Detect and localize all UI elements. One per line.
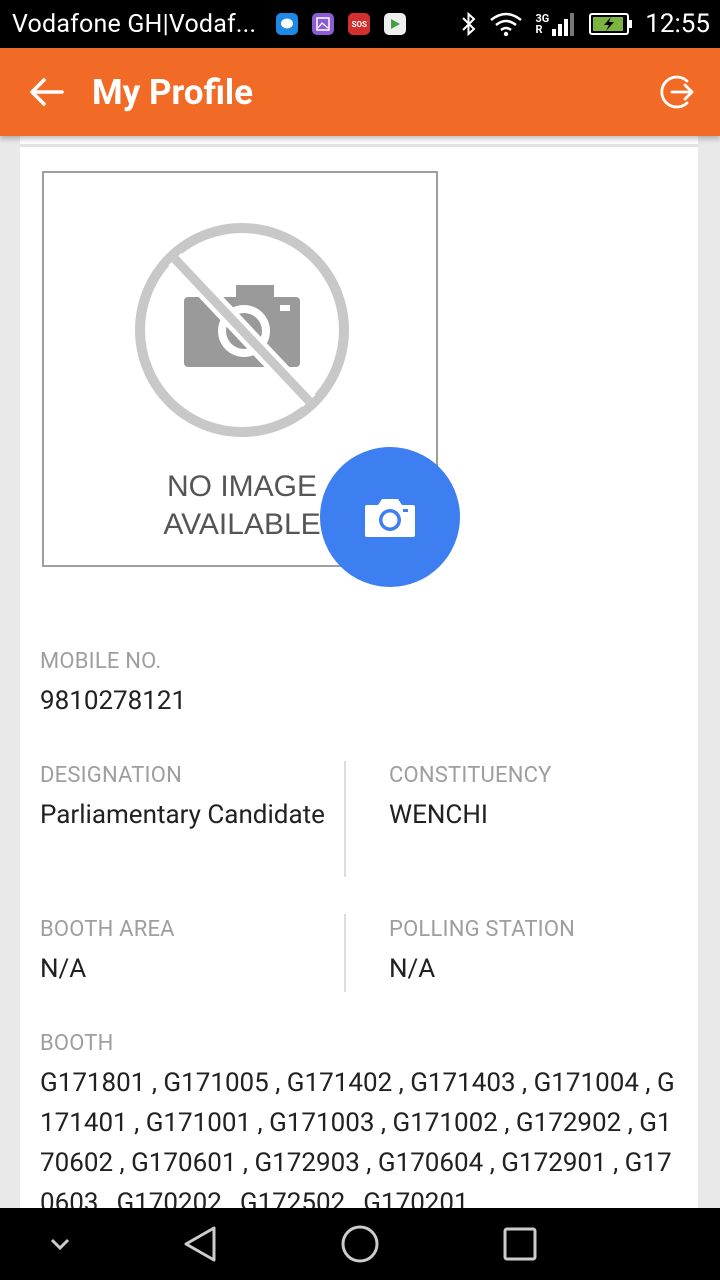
- logout-icon: [660, 75, 694, 109]
- bluetooth-icon: [461, 11, 477, 37]
- hide-keyboard-button[interactable]: [20, 1208, 100, 1280]
- app-bar: My Profile: [0, 48, 720, 136]
- back-triangle-icon: [184, 1226, 216, 1262]
- change-photo-button[interactable]: [320, 447, 460, 587]
- designation-value: Parliamentary Candidate: [40, 800, 325, 830]
- gallery-app-icon: [312, 13, 335, 35]
- placeholder-line2: AVAILABLE: [163, 508, 320, 541]
- mobile-label: MOBILE NO.: [40, 649, 162, 674]
- chevron-down-icon: [50, 1238, 70, 1251]
- constituency-value: WENCHI: [389, 800, 488, 830]
- polling-station-value: N/A: [389, 954, 436, 984]
- carrier-name: Vodafone GH|Vodaf...: [12, 9, 257, 39]
- arrow-left-icon: [30, 78, 64, 106]
- camera-icon: [365, 499, 415, 537]
- booth-area-label: BOOTH AREA: [40, 917, 175, 942]
- back-nav-button[interactable]: [160, 1208, 240, 1280]
- signal-icon: [551, 11, 577, 37]
- play-store-icon: [384, 13, 407, 35]
- wifi-icon: [489, 11, 523, 37]
- back-button[interactable]: [0, 48, 92, 136]
- column-divider: [344, 761, 346, 877]
- mobile-value: 9810278121: [40, 686, 187, 716]
- recents-square-icon: [503, 1227, 537, 1261]
- booth-value: G171801 , G171005 , G171402 , G171403 , …: [40, 1068, 675, 1208]
- logout-button[interactable]: [632, 48, 720, 136]
- profile-card: NO IMAGE AVAILABLE MOBILE NO. 9810278121…: [20, 136, 698, 1208]
- navigation-bar: [0, 1208, 720, 1280]
- battery-icon: [589, 12, 633, 36]
- message-app-icon: [276, 13, 299, 35]
- column-divider: [344, 914, 346, 992]
- divider: [20, 144, 698, 147]
- sos-icon: SOS: [348, 13, 371, 35]
- clock: 12:55: [645, 9, 710, 39]
- booth-label: BOOTH: [40, 1031, 114, 1056]
- network-type: 3G R: [535, 12, 550, 36]
- placeholder-line1: NO IMAGE: [167, 470, 317, 503]
- designation-label: DESIGNATION: [40, 763, 182, 788]
- polling-station-label: POLLING STATION: [389, 917, 576, 942]
- home-circle-icon: [341, 1225, 379, 1263]
- booth-area-value: N/A: [40, 954, 87, 984]
- page-title: My Profile: [92, 71, 254, 113]
- constituency-label: CONSTITUENCY: [389, 763, 552, 788]
- status-bar: Vodafone GH|Vodaf... SOS 3G R 12:55: [0, 0, 720, 48]
- recents-button[interactable]: [480, 1208, 560, 1280]
- home-button[interactable]: [320, 1208, 400, 1280]
